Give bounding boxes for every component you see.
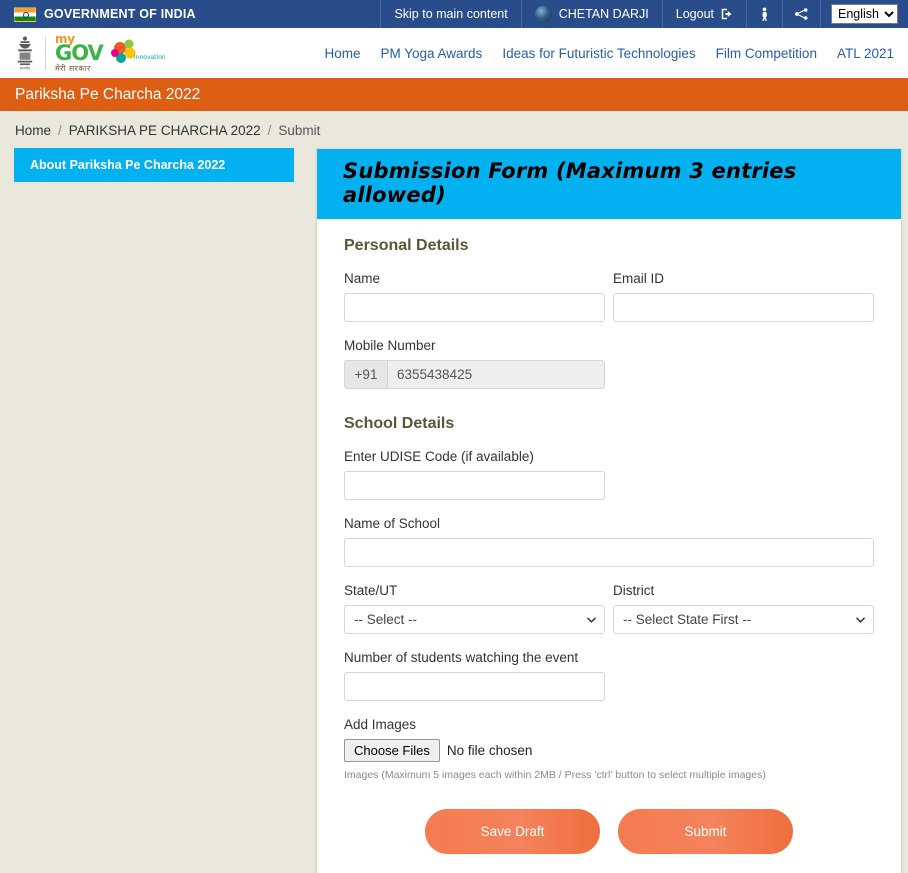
svg-text:innovation: innovation (134, 54, 166, 61)
email-label: Email ID (613, 271, 665, 286)
breadcrumb-item-home[interactable]: Home (15, 123, 51, 138)
sitemap-icon (795, 8, 808, 20)
breadcrumb-separator: / (267, 123, 272, 138)
school-name-input[interactable] (344, 538, 874, 567)
accessibility-button[interactable] (746, 0, 782, 28)
sitemap-button[interactable] (782, 0, 820, 28)
mobile-number-value: 6355438425 (387, 360, 605, 389)
udise-label: Enter UDISE Code (if available) (344, 449, 534, 464)
nav-item-home[interactable]: Home (324, 46, 360, 61)
submit-button[interactable]: Submit (618, 809, 793, 854)
avatar (534, 5, 552, 23)
government-bar-left: GOVERNMENT OF INDIA (0, 0, 380, 28)
state-select[interactable]: -- Select -- (344, 605, 605, 634)
district-select[interactable]: -- Select State First -- (613, 605, 874, 634)
user-account-menu[interactable]: CHETAN DARJI (520, 0, 662, 28)
language-select[interactable]: English (831, 4, 898, 24)
students-count-label: Number of students watching the event (344, 650, 579, 665)
brand-navigation-row: सत्यमेव my GOV मेरी सरकार innovation Hom… (0, 28, 908, 78)
logout-label: Logout (675, 7, 714, 21)
accessibility-icon (762, 6, 767, 21)
nav-item-ideas-for-futuristic-technologies[interactable]: Ideas for Futuristic Technologies (502, 46, 695, 61)
page-columns: About Pariksha Pe Charcha 2022 Submissio… (0, 148, 908, 873)
government-of-india-label: GOVERNMENT OF INDIA (44, 7, 196, 21)
submission-form-header: Submission Form (Maximum 3 entries allow… (317, 149, 901, 219)
district-label: District (613, 583, 655, 598)
images-help-text: Images (Maximum 5 images each within 2MB… (344, 769, 766, 781)
user-name-label: CHETAN DARJI (558, 7, 649, 21)
students-count-input[interactable] (344, 672, 605, 701)
breadcrumb: Home / PARIKSHA PE CHARCHA 2022 / Submit (0, 111, 908, 148)
skip-to-main-content-link[interactable]: Skip to main content (380, 0, 520, 28)
page-title-band: Pariksha Pe Charcha 2022 (0, 78, 908, 111)
breadcrumb-item-pariksha-pe-charcha-2022[interactable]: PARIKSHA PE CHARCHA 2022 (69, 123, 261, 138)
page-title: Pariksha Pe Charcha 2022 (15, 85, 201, 103)
mobile-field-group: Mobile Number +91 6355438425 (344, 338, 874, 389)
mygov-wordmark: my GOV मेरी सरकार (55, 33, 104, 73)
main-navigation: Home PM Yoga Awards Ideas for Futuristic… (324, 46, 894, 61)
nav-item-pm-yoga-awards[interactable]: PM Yoga Awards (380, 46, 482, 61)
logo-divider (45, 36, 46, 70)
name-input[interactable] (344, 293, 605, 322)
district-field-group: District -- Select State First -- (613, 583, 874, 634)
personal-details-row: Name Email ID (344, 271, 874, 338)
india-flag-icon (14, 6, 36, 22)
name-field-group: Name (344, 271, 605, 322)
email-field-group: Email ID (613, 271, 874, 322)
submission-form-body: Personal Details Name Email ID Mobile Nu… (317, 219, 901, 873)
add-images-label: Add Images (344, 717, 417, 732)
government-bar: GOVERNMENT OF INDIA Skip to main content… (0, 0, 908, 28)
location-row: State/UT -- Select -- District -- Select… (344, 583, 874, 650)
students-count-field-group: Number of students watching the event (344, 650, 874, 701)
innovation-graphic-icon: innovation (108, 39, 166, 73)
state-label: State/UT (344, 583, 398, 598)
sidebar: About Pariksha Pe Charcha 2022 (14, 148, 294, 182)
submission-form-card: Submission Form (Maximum 3 entries allow… (316, 148, 902, 873)
mygov-hindi-text: मेरी सरकार (55, 64, 91, 73)
sidebar-item-about-pariksha-pe-charcha[interactable]: About Pariksha Pe Charcha 2022 (14, 148, 294, 182)
government-bar-right: Skip to main content CHETAN DARJI Logout (380, 0, 908, 28)
submission-form-title: Submission Form (Maximum 3 entries allow… (343, 159, 797, 207)
choose-files-button[interactable]: Choose Files (344, 739, 440, 762)
state-field-group: State/UT -- Select -- (344, 583, 605, 634)
mobile-input-group: +91 6355438425 (344, 360, 605, 389)
udise-input[interactable] (344, 471, 605, 500)
form-actions: Save Draft Submit (344, 809, 874, 854)
section-heading-personal-details: Personal Details (344, 237, 469, 254)
site-logo[interactable]: सत्यमेव my GOV मेरी सरकार innovation (14, 33, 166, 73)
svg-text:सत्यमेव: सत्यमेव (20, 66, 31, 71)
add-images-field-group: Add Images Choose Files No file chosen I… (344, 717, 874, 781)
logout-button[interactable]: Logout (661, 0, 746, 28)
file-input-row[interactable]: Choose Files No file chosen (344, 739, 874, 762)
udise-field-group: Enter UDISE Code (if available) (344, 449, 874, 500)
mobile-label: Mobile Number (344, 338, 436, 353)
school-name-label: Name of School (344, 516, 441, 531)
email-input[interactable] (613, 293, 874, 322)
school-name-field-group: Name of School (344, 516, 874, 567)
breadcrumb-item-submit: Submit (278, 123, 321, 138)
section-heading-school-details: School Details (344, 415, 455, 432)
file-status-label: No file chosen (446, 743, 533, 758)
logout-icon (721, 8, 732, 20)
national-emblem-icon: सत्यमेव (17, 36, 33, 71)
nav-item-atl-2021[interactable]: ATL 2021 (837, 46, 894, 61)
nav-item-film-competition[interactable]: Film Competition (716, 46, 817, 61)
breadcrumb-separator: / (58, 123, 62, 138)
name-label: Name (344, 271, 381, 286)
mygov-gov-text: GOV (55, 41, 104, 65)
save-draft-button[interactable]: Save Draft (425, 809, 600, 854)
language-selector-cell[interactable]: English (820, 0, 908, 28)
mobile-country-code: +91 (344, 360, 387, 389)
